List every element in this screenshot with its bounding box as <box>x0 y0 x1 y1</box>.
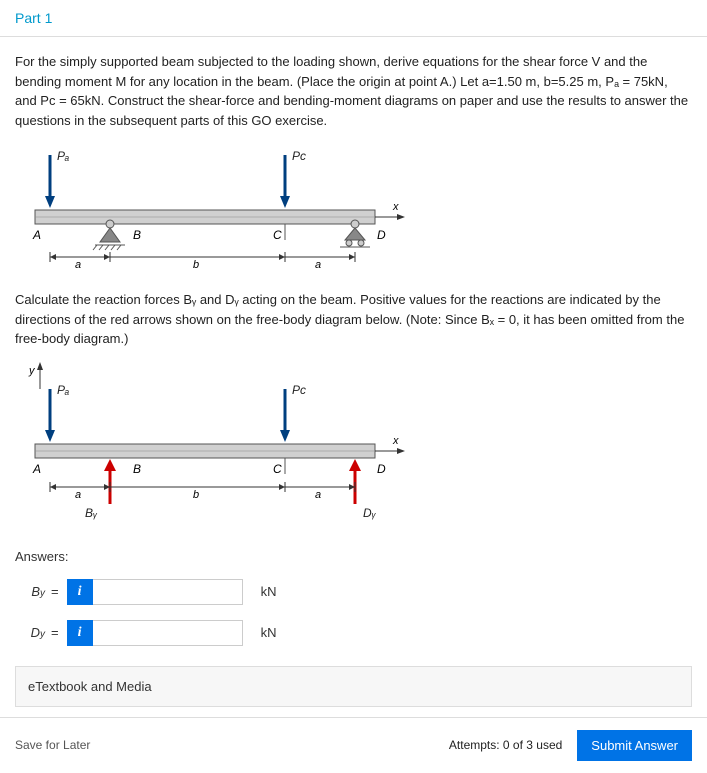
attempts-text: Attempts: 0 of 3 used <box>449 738 562 752</box>
label-a-point2: A <box>32 462 41 476</box>
equals-by: = <box>51 584 59 599</box>
label-dim-b: b <box>193 259 199 271</box>
unit-by: kN <box>261 584 277 599</box>
by-input[interactable] <box>93 579 243 605</box>
label-y: y <box>28 365 36 377</box>
calc-text: Calculate the reaction forces Bᵧ and Dᵧ … <box>15 290 692 349</box>
submit-answer-button[interactable]: Submit Answer <box>577 730 692 761</box>
unit-dy: kN <box>261 625 277 640</box>
label-pc2: Pᴄ <box>292 383 306 397</box>
problem-text: For the simply supported beam subjected … <box>15 52 692 130</box>
content: For the simply supported beam subjected … <box>0 37 707 707</box>
dy-input[interactable] <box>93 620 243 646</box>
label-d-point2: D <box>377 462 386 476</box>
label-a-point: A <box>32 228 41 242</box>
label-b-point2: B <box>133 462 141 476</box>
label-by: Bᵧ <box>85 506 98 520</box>
label-dim-a1b: a <box>75 489 81 501</box>
equals-dy: = <box>51 625 59 640</box>
label-dim-a2: a <box>315 259 321 271</box>
label-b-point: B <box>133 228 141 242</box>
answer-row-by: By = i kN <box>15 579 692 605</box>
info-icon[interactable]: i <box>67 579 93 605</box>
label-d-point: D <box>377 228 386 242</box>
label-pa2: Pₐ <box>57 383 69 397</box>
save-for-later[interactable]: Save for Later <box>15 738 90 752</box>
etextbook-panel[interactable]: eTextbook and Media <box>15 666 692 707</box>
beam-diagram-2: y Pₐ Pᴄ x A B C D Bᵧ <box>15 359 415 529</box>
label-dim-a2b: a <box>315 489 321 501</box>
label-x2: x <box>392 435 399 447</box>
label-pc: Pᴄ <box>292 149 306 163</box>
answer-row-dy: Dy = i kN <box>15 620 692 646</box>
beam-diagram-1: Pₐ Pᴄ x A B C D <box>15 140 415 280</box>
answers-heading: Answers: <box>15 549 692 564</box>
label-dy: Dᵧ <box>363 506 377 520</box>
answer-sub-by: y <box>40 588 45 599</box>
answer-sub-dy: y <box>40 629 45 640</box>
answer-var-dy: D <box>31 625 40 640</box>
label-dim-bb: b <box>193 489 199 501</box>
label-pa: Pₐ <box>57 149 69 163</box>
label-c-point2: C <box>273 462 282 476</box>
label-c-point: C <box>273 228 282 242</box>
label-dim-a1: a <box>75 259 81 271</box>
answer-var-by: B <box>31 584 40 599</box>
footer: Save for Later Attempts: 0 of 3 used Sub… <box>0 717 707 773</box>
info-icon[interactable]: i <box>67 620 93 646</box>
part-header: Part 1 <box>0 0 707 37</box>
label-x: x <box>392 201 399 213</box>
